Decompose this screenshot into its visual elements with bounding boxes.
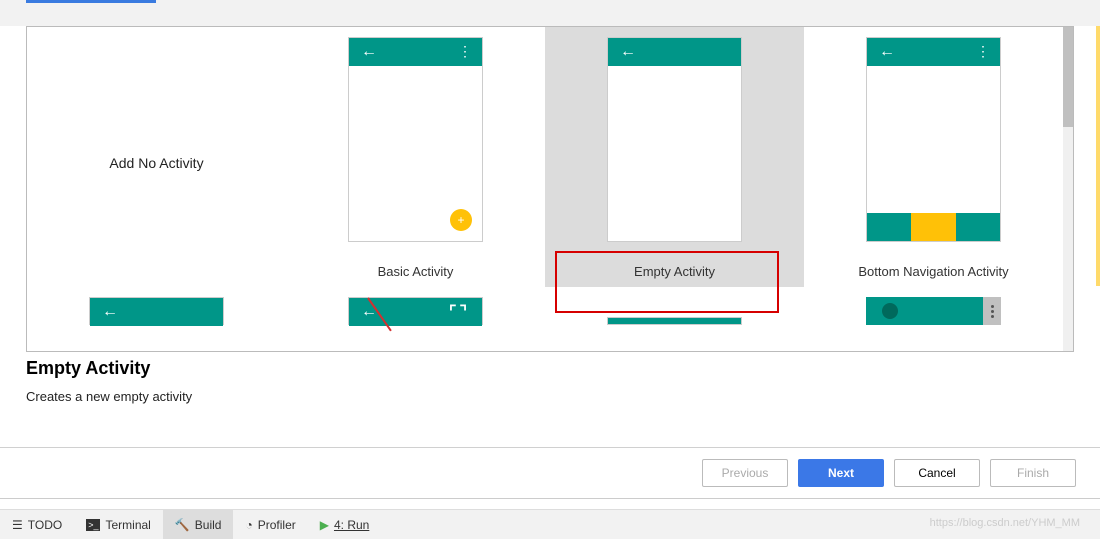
- phone-thumbnail: ← ⋮: [866, 37, 1001, 242]
- template-label: Add No Activity: [109, 39, 203, 287]
- watermark: https://blog.csdn.net/YHM_MM: [930, 517, 1080, 529]
- status-bar: ☰ TODO >_ Terminal 🔨 Build ◔ Profiler ▶ …: [0, 509, 1100, 539]
- template-bottom-navigation[interactable]: ← ⋮ Bottom Navigation Activity: [804, 27, 1063, 287]
- yellow-accent-stripe: [1096, 26, 1100, 286]
- status-todo[interactable]: ☰ TODO: [0, 510, 74, 539]
- selected-description: Creates a new empty activity: [26, 389, 1074, 404]
- previous-button: Previous: [702, 459, 788, 487]
- top-bar: [0, 0, 1100, 26]
- cancel-button[interactable]: Cancel: [894, 459, 980, 487]
- status-build[interactable]: 🔨 Build: [163, 510, 234, 539]
- terminal-icon: >_: [86, 519, 100, 531]
- finish-button: Finish: [990, 459, 1076, 487]
- scrollbar[interactable]: [1063, 27, 1073, 351]
- bottom-nav-preview: [867, 213, 1000, 241]
- circle-icon: [882, 303, 898, 319]
- overflow-icon: [983, 297, 1001, 325]
- template-label: Empty Activity: [545, 256, 804, 287]
- template-label: Basic Activity: [286, 256, 545, 287]
- phone-thumbnail: ← ⋮ +: [348, 37, 483, 242]
- overflow-icon: ⋮: [976, 43, 988, 60]
- arrow-back-icon: ←: [879, 43, 895, 61]
- wizard-button-bar: Previous Next Cancel Finish: [0, 447, 1100, 497]
- divider: [0, 498, 1100, 499]
- template-row2-2[interactable]: ← ⌜⌝: [286, 287, 545, 351]
- status-run[interactable]: ▶ 4: Run: [308, 510, 382, 539]
- template-label: Bottom Navigation Activity: [804, 256, 1063, 287]
- fullscreen-icon: ⌜⌝: [449, 302, 470, 322]
- arrow-back-icon: ←: [620, 43, 636, 61]
- status-profiler[interactable]: ◔ Profiler: [233, 510, 307, 539]
- hammer-icon: 🔨: [175, 518, 190, 532]
- description-area: Empty Activity Creates a new empty activ…: [26, 358, 1074, 404]
- list-icon: ☰: [12, 518, 23, 532]
- template-row2-4[interactable]: [804, 287, 1063, 351]
- template-row2-1[interactable]: ←: [27, 287, 286, 351]
- selected-title: Empty Activity: [26, 358, 1074, 379]
- fab-icon: +: [450, 209, 472, 231]
- next-button[interactable]: Next: [798, 459, 884, 487]
- play-icon: ▶: [320, 518, 329, 532]
- arrow-back-icon: ←: [102, 303, 118, 321]
- template-basic-activity[interactable]: ← ⋮ + Basic Activity: [286, 27, 545, 287]
- status-terminal[interactable]: >_ Terminal: [74, 510, 163, 539]
- gauge-icon: ◔: [245, 518, 252, 532]
- overflow-icon: ⋮: [458, 43, 470, 60]
- template-add-no-activity[interactable]: Add No Activity: [27, 27, 286, 287]
- template-gallery: Add No Activity ← ⋮ + Basic Activity: [26, 26, 1074, 352]
- template-row2-3[interactable]: [545, 287, 804, 351]
- arrow-back-icon: ←: [361, 43, 377, 61]
- scrollbar-thumb[interactable]: [1063, 27, 1073, 127]
- phone-thumbnail: ←: [607, 37, 742, 242]
- template-empty-activity[interactable]: ← Empty Activity: [545, 27, 804, 287]
- progress-indicator: [26, 0, 156, 3]
